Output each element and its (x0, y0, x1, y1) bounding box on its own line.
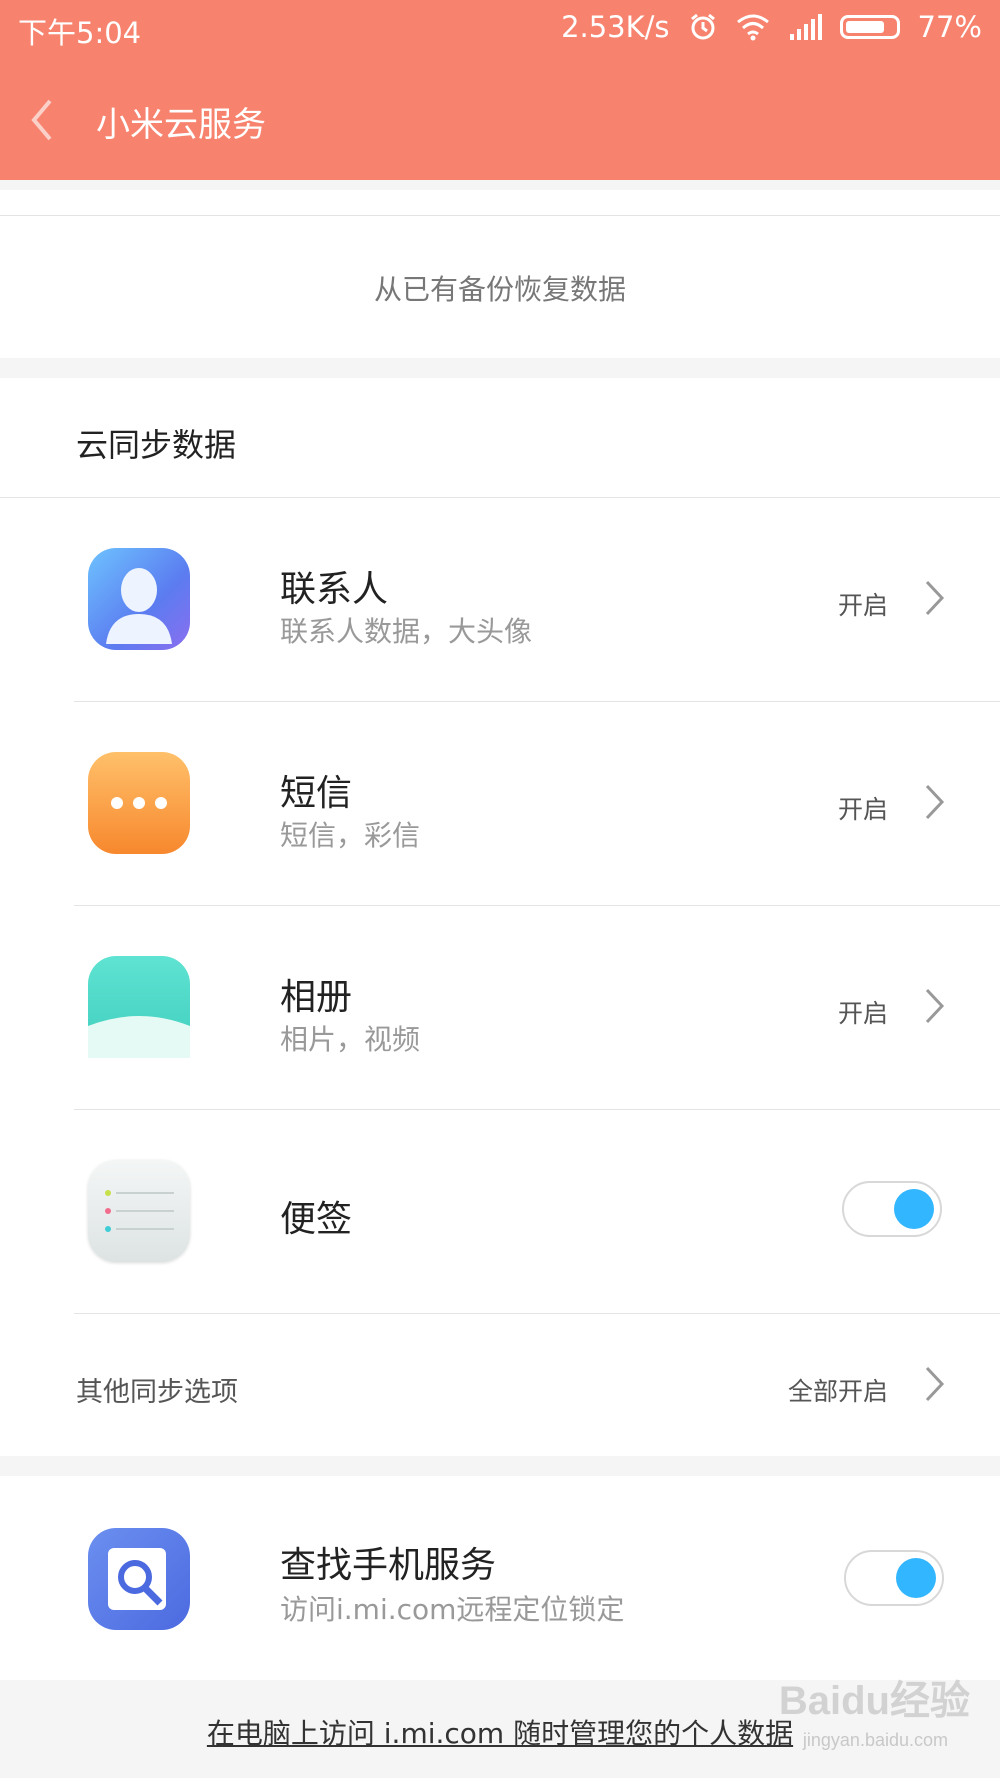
other-sync-options[interactable]: 其他同步选项 全部开启 (0, 1314, 1000, 1456)
sync-item-contacts[interactable]: 联系人 联系人数据，大头像 开启 (0, 498, 1000, 702)
item-title: 相册 (280, 977, 353, 1018)
toggle-knob (896, 1558, 936, 1598)
status-time: 下午5:04 (18, 16, 142, 50)
section-title: 云同步数据 (76, 426, 237, 464)
watermark-url: jingyan.baidu.com (802, 1730, 948, 1750)
back-arrow-icon[interactable] (22, 95, 62, 145)
chevron-right-icon (925, 784, 945, 820)
item-title: 查找手机服务 (280, 1545, 497, 1586)
status-bar: 下午5:04 2.53K/s 77% (0, 0, 1000, 56)
gallery-icon (88, 956, 190, 1058)
item-title: 便签 (280, 1199, 353, 1240)
item-title: 联系人 (280, 569, 389, 610)
chevron-right-icon (925, 1366, 945, 1402)
status-indicators: 2.53K/s 77% (561, 10, 982, 44)
item-status: 开启 (837, 999, 888, 1028)
alarm-icon (688, 12, 718, 42)
item-title: 短信 (280, 773, 353, 814)
find-phone-section: 查找手机服务 访问i.mi.com远程定位锁定 (0, 1476, 1000, 1680)
toggle-knob (894, 1189, 934, 1229)
item-subtitle: 访问i.mi.com远程定位锁定 (280, 1593, 625, 1626)
signal-icon (788, 14, 822, 40)
contacts-icon (88, 548, 190, 650)
item-subtitle: 短信，彩信 (280, 819, 421, 852)
sync-item-gallery[interactable]: 相册 相片，视频 开启 (0, 906, 1000, 1110)
sms-icon (88, 752, 190, 854)
chevron-right-icon (925, 988, 945, 1024)
app-header: 下午5:04 2.53K/s 77% 小米云服务 (0, 0, 1000, 180)
item-status: 开启 (837, 795, 888, 824)
find-phone-toggle[interactable] (844, 1550, 944, 1606)
chevron-right-icon (925, 580, 945, 616)
divider (0, 215, 1000, 216)
wifi-icon (736, 13, 770, 41)
item-status: 开启 (837, 591, 888, 620)
battery-percent: 77% (917, 10, 982, 44)
sync-item-notes: 便签 (0, 1110, 1000, 1314)
sync-item-sms[interactable]: 短信 短信，彩信 开启 (0, 702, 1000, 906)
item-subtitle: 相片，视频 (280, 1023, 421, 1056)
network-speed: 2.53K/s (561, 10, 670, 44)
other-options-status: 全部开启 (787, 1377, 888, 1406)
watermark-brand: Baidu经验 (778, 1679, 970, 1723)
battery-icon (839, 15, 900, 39)
item-subtitle: 联系人数据，大头像 (280, 615, 533, 648)
page-title: 小米云服务 (96, 105, 266, 145)
restore-data-button[interactable]: 从已有备份恢复数据 (0, 268, 1000, 308)
find-phone-icon (88, 1528, 190, 1630)
other-options-label: 其他同步选项 (76, 1377, 238, 1408)
notes-icon (88, 1160, 190, 1262)
notes-sync-toggle[interactable] (842, 1181, 942, 1237)
